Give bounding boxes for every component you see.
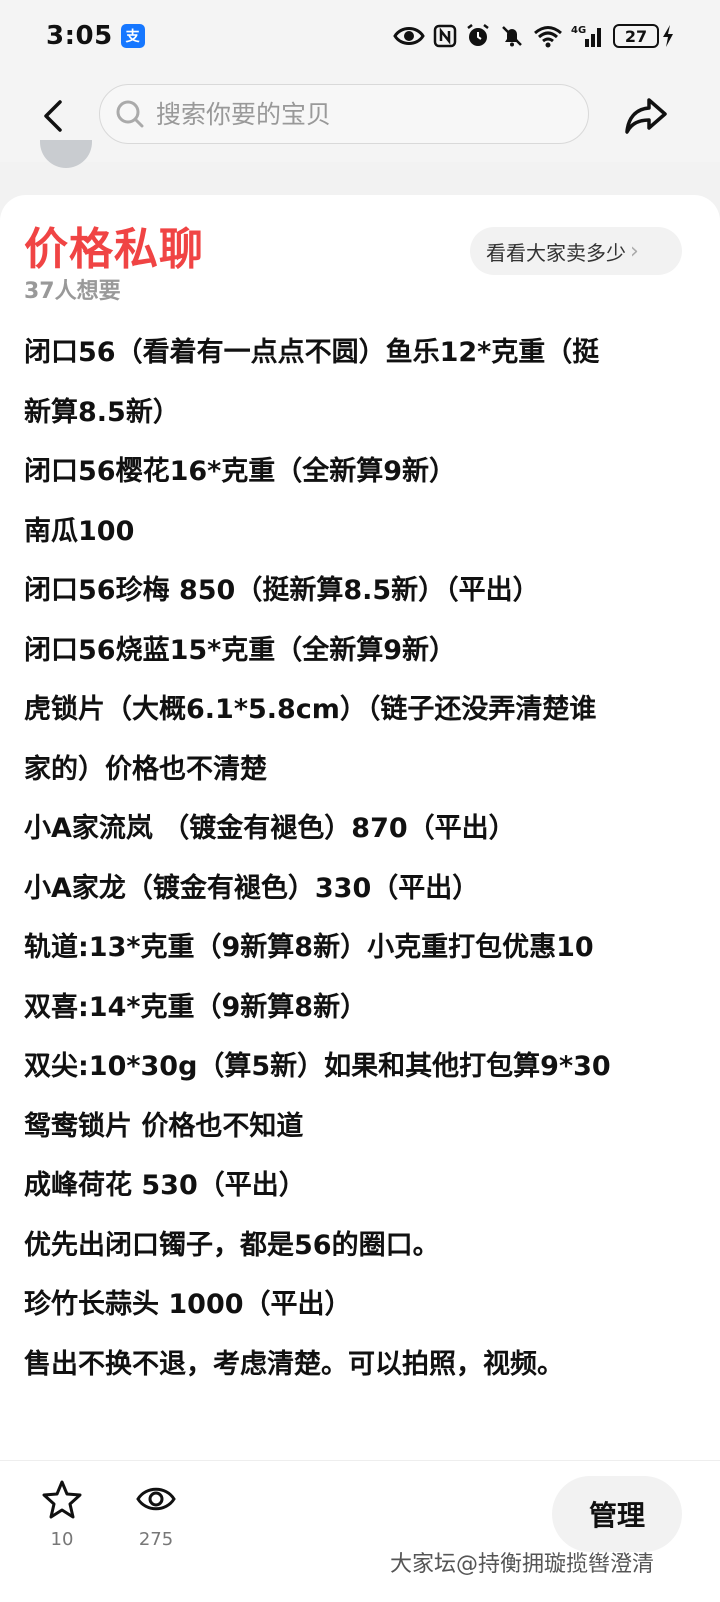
watermark: 大家坛@持衡拥璇揽辔澄清	[390, 1552, 655, 1577]
want-count: 37人想要	[24, 279, 121, 304]
search-box[interactable]	[99, 84, 589, 144]
share-arrow-icon	[625, 98, 667, 134]
avatar	[40, 140, 92, 168]
description-line: 双尖:10*30g（算5新）如果和其他打包算9*30	[24, 1051, 611, 1082]
share-button[interactable]	[622, 94, 670, 138]
network-type: 4G	[571, 25, 586, 36]
views-indicator: 275	[132, 1479, 180, 1550]
battery-level: 27	[613, 24, 659, 48]
cellular-signal-icon: 4G	[571, 25, 601, 47]
eye-icon	[393, 27, 425, 45]
search-icon	[116, 100, 144, 128]
compare-prices-button[interactable]: 看看大家卖多少 ›	[470, 227, 682, 275]
wifi-icon	[534, 26, 562, 48]
description-line: 双喜:14*克重（9新算8新）	[24, 991, 368, 1023]
listing-card: 价格私聊 37人想要 看看大家卖多少 › 闭口56（看着有一点点不圆）鱼乐12*…	[0, 195, 720, 1465]
eye-icon	[136, 1487, 176, 1511]
chevron-right-icon: ›	[630, 238, 639, 264]
status-bar: 3:05 支 4G 27	[0, 0, 720, 72]
description-line: 成峰荷花 530（平出）	[24, 1170, 306, 1201]
status-icons: 4G 27	[393, 23, 674, 49]
charging-bolt-icon	[663, 25, 673, 47]
description-line: 南瓜100	[24, 515, 135, 547]
description-line: 小A家龙（镀金有褪色）330（平出）	[24, 872, 480, 904]
description-line: 小A家流岚 （镀金有褪色）870（平出）	[24, 813, 516, 844]
description-line: 优先出闭口镯子，都是56的圈口。	[24, 1229, 440, 1261]
chevron-left-icon	[44, 100, 62, 132]
alarm-icon	[467, 24, 489, 46]
compare-prices-label: 看看大家卖多少	[486, 240, 626, 265]
description-line: 轨道:13*克重（9新算8新）小克重打包优惠10	[24, 932, 594, 963]
back-button[interactable]	[34, 94, 74, 138]
top-nav-bar	[0, 72, 720, 162]
manage-button[interactable]: 管理	[552, 1476, 682, 1552]
favorites-count: 10	[50, 1529, 74, 1550]
description-line: 闭口56烧蓝15*克重（全新算9新）	[24, 634, 457, 666]
listing-description: 闭口56（看着有一点点不圆）鱼乐12*克重（挺 新算8.5新） 闭口56樱花16…	[24, 323, 694, 1394]
description-line: 珍竹长蒜头 1000（平出）	[24, 1289, 352, 1320]
battery-indicator: 27	[613, 24, 674, 48]
star-icon	[42, 1480, 82, 1519]
favorite-button[interactable]: 10	[40, 1479, 84, 1550]
description-line: 家的）价格也不清楚	[24, 753, 267, 785]
bottom-action-bar: 10 275 管理	[0, 1460, 720, 1602]
description-line: 闭口56樱花16*克重（全新算9新）	[24, 456, 457, 487]
status-time: 3:05	[46, 21, 113, 51]
views-count: 275	[138, 1529, 174, 1550]
description-line: 鸳鸯锁片 价格也不知道	[24, 1110, 304, 1142]
description-line: 售出不换不退，考虑清楚。可以拍照，视频。	[24, 1348, 564, 1380]
mute-bell-icon	[502, 26, 522, 47]
price-label: 价格私聊	[24, 224, 204, 275]
description-line: 闭口56（看着有一点点不圆）鱼乐12*克重（挺	[24, 337, 600, 368]
search-input[interactable]	[156, 99, 556, 129]
nfc-icon	[433, 24, 457, 48]
alipay-icon: 支	[120, 24, 145, 48]
description-line: 闭口56珍梅 850（挺新算8.5新）（平出）	[24, 575, 540, 606]
description-line: 新算8.5新）	[24, 396, 180, 428]
description-line: 虎锁片（大概6.1*5.8cm）（链子还没弄清楚谁	[24, 694, 597, 725]
